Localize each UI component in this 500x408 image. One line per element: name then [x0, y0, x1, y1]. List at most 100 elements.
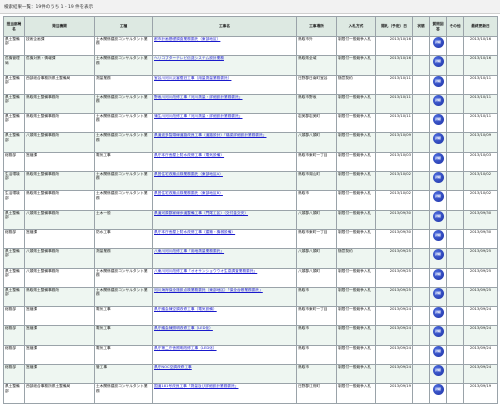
cell-kind: 電気工事: [94, 306, 153, 327]
cell-dept: 県土整備部: [3, 74, 25, 95]
cell-org: 危機対策・情報課: [24, 55, 95, 76]
cell-method: 制限付一般競争入札: [336, 209, 376, 230]
col-header-place[interactable]: 工事場所: [296, 16, 337, 37]
cell-org: 営繕課: [24, 325, 95, 346]
col-header-updated[interactable]: 最終更新日: [463, 16, 498, 37]
detail-icon[interactable]: 詳細: [432, 56, 444, 68]
cell-other: [446, 171, 464, 192]
cell-date: 2013/10/11: [375, 113, 413, 134]
col-header-method[interactable]: 入札方式: [336, 16, 376, 37]
detail-icon[interactable]: 詳細: [432, 230, 444, 241]
cell-date: 2013/09/30: [375, 228, 413, 250]
table-row: 県土整備部 鳥取県土整備事務所 土木関係建設コンサルタント業務 野坂川河川改修工事「河…: [3, 93, 498, 115]
cell-status: [412, 228, 430, 250]
cell-place: 鳥取市: [296, 344, 337, 366]
cell-method: 制限付一般競争入札: [336, 267, 376, 288]
cell-title: 野坂川河川改修工事「河川測量・詳細設計業務委託」: [152, 93, 297, 115]
cell-kind: 土木関係建設コンサルタント業務: [94, 93, 153, 115]
cell-place: 八頭郡八頭町: [296, 248, 337, 269]
title-link[interactable]: 県庁本庁舎屋上防水改修工事（建築・機械設備）: [154, 230, 235, 233]
cell-status: [412, 306, 430, 327]
detail-icon[interactable]: 詳細: [432, 37, 444, 48]
title-link[interactable]: 県道波多智頭線道路改良工事（道路設計）「橋梁詳細設計業務委託」: [154, 134, 266, 137]
detail-icon[interactable]: 詳細: [432, 153, 444, 164]
title-link[interactable]: 河川海岸保全施設点検業務委託（東部地区）「保全台帳業務委託」: [154, 288, 263, 291]
detail-icon[interactable]: 詳細: [432, 365, 444, 377]
cell-org: 八頭県土整備事務所: [24, 132, 95, 153]
cell-kind: 管工事: [94, 364, 153, 385]
detail-icon[interactable]: 詳細: [432, 326, 444, 338]
title-link[interactable]: ヘリコプターテレビ伝送システム設計業務: [154, 57, 224, 60]
title-link[interactable]: 八東川河川改修工事「用地測量業務委託」: [154, 250, 224, 253]
cell-detail: 詳細: [429, 344, 447, 366]
cell-date: 2013/09/25: [375, 267, 413, 288]
detail-icon[interactable]: 詳細: [432, 134, 444, 145]
cell-kind: 防水工事: [94, 228, 153, 250]
detail-icon[interactable]: 詳細: [432, 114, 444, 126]
cell-detail: 詳細: [429, 209, 447, 230]
cell-updated: 2013/09/24: [463, 364, 498, 385]
cell-status: [412, 113, 430, 134]
title-link[interactable]: 県庁議会棟空調改修工事（電気設備）: [154, 308, 217, 311]
cell-date: 2013/10/09: [375, 132, 413, 153]
detail-icon[interactable]: 詳細: [432, 288, 444, 299]
cell-date: 2013/09/30: [375, 209, 413, 230]
cell-dept: 県土整備部: [3, 383, 25, 404]
cell-updated: 2013/09/24: [463, 306, 498, 327]
detail-icon[interactable]: 詳細: [432, 307, 444, 319]
detail-icon[interactable]: 詳細: [432, 191, 444, 203]
col-header-kind[interactable]: 工種: [94, 16, 153, 37]
cell-date: 2013/10/11: [375, 74, 413, 95]
cell-title: 県道波多智頭線道路改良工事（道路設計）「橋梁詳細設計業務委託」: [152, 132, 297, 153]
cell-updated: 2013/10/03: [463, 151, 498, 173]
detail-icon[interactable]: 詳細: [432, 346, 444, 357]
cell-updated: 2013/09/25: [463, 248, 498, 269]
col-header-title[interactable]: 工事名: [152, 16, 297, 37]
title-link[interactable]: 八東川河川改修工事「オオサンショウウオ生息調査業務委託」: [154, 269, 257, 272]
cell-place: 鳥取市野坂: [296, 93, 337, 115]
title-link[interactable]: 県庁本庁舎屋上防水改修工事（電気設備）: [154, 153, 224, 156]
cell-updated: 2013/10/16: [463, 55, 498, 76]
table-row: 県土整備部 技術企画課 土木関係建設コンサルタント業務 都市計画基礎調査業務委託（東部…: [3, 35, 498, 57]
title-link[interactable]: 県庁議会棟照明改修工事（LED化）: [154, 327, 213, 330]
detail-icon[interactable]: 詳細: [432, 269, 444, 280]
detail-icon[interactable]: 詳細: [432, 76, 444, 87]
cell-title: 八東川河川改修工事「オオサンショウウオ生息調査業務委託」: [152, 267, 297, 288]
cell-kind: 電気工事: [94, 325, 153, 346]
title-link[interactable]: 国道181号改良工事「測量及び詳細設計業務委託」: [154, 385, 238, 388]
cell-other: [446, 325, 464, 346]
cell-other: [446, 151, 464, 173]
detail-icon[interactable]: 詳細: [432, 384, 444, 396]
title-link[interactable]: 県営住宅改築点検業務委託（東部地区A）: [154, 173, 223, 176]
cell-detail: 詳細: [429, 248, 447, 269]
detail-icon[interactable]: 詳細: [432, 172, 444, 184]
detail-icon[interactable]: 詳細: [432, 211, 444, 222]
title-link[interactable]: 都市計画基礎調査業務委託（東部地区）: [154, 38, 220, 41]
cell-other: [446, 190, 464, 211]
title-link[interactable]: 宝谷川河川災害復旧工事（用量測量業務委託）: [154, 76, 231, 79]
cell-other: [446, 344, 464, 366]
col-header-org[interactable]: 発注機関: [24, 16, 95, 37]
title-link[interactable]: 県営住宅改築点検業務委託（東部地区B）: [154, 192, 223, 195]
title-link[interactable]: 蒲生川河川改修工事「河川測量・詳細設計業務委託」: [154, 115, 243, 118]
cell-detail: 詳細: [429, 286, 447, 308]
col-header-dept[interactable]: 担当部局名: [3, 16, 25, 37]
cell-status: [412, 383, 430, 404]
cell-dept: 危機管理局: [3, 55, 25, 76]
title-link[interactable]: 野坂川河川改修工事「河川測量・詳細設計業務委託」: [154, 95, 243, 98]
result-header: 検索結果一覧：19件のうち 1 - 19 件を表示: [0, 0, 500, 14]
title-link[interactable]: 県道河原郡家線歩道整備工事（門尾工区）（交付金交安）: [154, 211, 248, 214]
detail-icon[interactable]: 詳細: [432, 95, 444, 106]
cell-dept: 総務部: [3, 344, 25, 366]
title-link[interactable]: 県庁第二庁舎照明改修工事（LED化）: [154, 346, 217, 349]
cell-method: 制限付一般競争入札: [336, 171, 376, 192]
title-link[interactable]: 県庁NOC空調改修工事: [154, 366, 192, 369]
table-row: 県土整備部 西部総合事務所県土整備局 測量業務 宝谷川河川災害復旧工事（用量測量業務委…: [3, 74, 498, 95]
cell-place: 鳥取市東町一丁目: [296, 228, 337, 250]
detail-icon[interactable]: 詳細: [432, 249, 444, 261]
cell-other: [446, 228, 464, 250]
cell-other: [446, 132, 464, 153]
cell-title: 県庁議会棟空調改修工事（電気設備）: [152, 306, 297, 327]
cell-other: [446, 286, 464, 308]
col-header-date[interactable]: 開札（予定）日: [375, 16, 413, 37]
